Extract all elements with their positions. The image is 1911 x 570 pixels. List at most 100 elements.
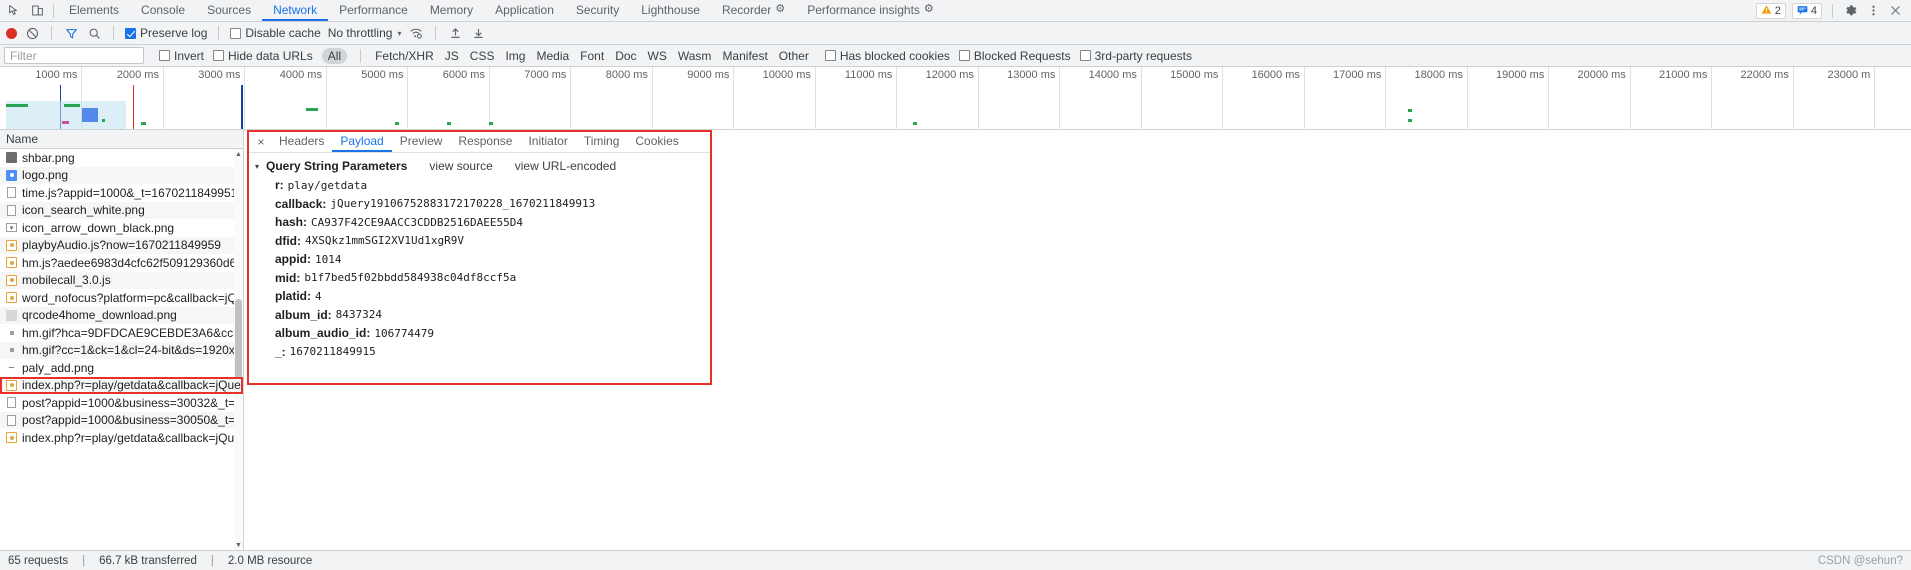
table-row[interactable]: playbyAudio.js?now=1670211849959 <box>0 236 243 254</box>
tab-memory[interactable]: Memory <box>419 0 484 21</box>
hide-data-urls-box[interactable] <box>213 50 225 61</box>
table-row[interactable]: post?appid=1000&business=30050&_t=167021 <box>0 411 243 429</box>
detail-tab-initiator[interactable]: Initiator <box>520 132 575 152</box>
tab-network[interactable]: Network <box>262 0 329 21</box>
funnel-icon[interactable] <box>63 25 79 41</box>
detail-tab-response[interactable]: Response <box>450 132 520 152</box>
search-icon[interactable] <box>86 25 102 41</box>
close-detail-icon[interactable]: × <box>251 132 271 152</box>
tab-elements[interactable]: Elements <box>58 0 130 21</box>
filter-type-all[interactable]: All <box>321 47 348 64</box>
network-conditions-icon[interactable] <box>408 25 424 41</box>
table-row[interactable]: qrcode4home_download.png <box>0 306 243 324</box>
filter-type-ws[interactable]: WS <box>647 49 668 63</box>
filter-type-manifest[interactable]: Manifest <box>721 49 768 63</box>
watermark: CSDN @sehun? <box>1817 554 1903 567</box>
kebab-menu-icon[interactable] <box>1865 3 1881 19</box>
clear-icon[interactable] <box>24 25 40 41</box>
table-row[interactable]: post?appid=1000&business=30032&_t=167021 <box>0 394 243 412</box>
import-har-icon[interactable] <box>447 25 463 41</box>
disclosure-triangle-icon[interactable]: ▾ <box>255 162 266 171</box>
tab-performance-insights[interactable]: Performance insights ⚙ <box>796 0 945 21</box>
disable-cache-checkbox[interactable]: Disable cache <box>230 26 321 40</box>
has-blocked-cookies-box[interactable] <box>824 50 836 61</box>
table-row[interactable]: index.php?r=play/getdata&callback=jQuery… <box>0 429 243 447</box>
request-name: icon_arrow_down_black.png <box>22 220 175 235</box>
filter-type-fetch-xhr[interactable]: Fetch/XHR <box>374 49 435 63</box>
invert-box[interactable] <box>159 50 170 61</box>
tab-performance[interactable]: Performance <box>328 0 419 21</box>
detail-tab-timing[interactable]: Timing <box>576 132 628 152</box>
query-parameter-row: hash: CA937F42CE9AACC3CDDB2516DAEE55D4 <box>249 213 710 232</box>
table-row[interactable]: hm.gif?hca=9DFDCAE9CEBDE3A6&cc=1&ck=1. <box>0 324 243 342</box>
script-icon <box>6 379 17 391</box>
table-row[interactable]: logo.png <box>0 166 243 184</box>
detail-tab-headers[interactable]: Headers <box>271 132 332 152</box>
disable-cache-box[interactable] <box>230 27 242 39</box>
preserve-log-box[interactable] <box>125 27 136 39</box>
devtools-tab-list: Elements Console Sources Network Perform… <box>58 0 945 21</box>
table-row[interactable]: mobilecall_3.0.js <box>0 271 243 289</box>
tab-security[interactable]: Security <box>565 0 630 21</box>
filter-input[interactable]: Filter <box>4 47 144 64</box>
timeline-tick-label: 7000 ms <box>524 69 567 81</box>
view-source-link[interactable]: view source <box>429 159 492 173</box>
filter-bar: Filter Invert Hide data URLs All Fetch/X… <box>0 45 1911 67</box>
filter-type-js[interactable]: JS <box>444 49 460 63</box>
overview-dot <box>395 122 399 125</box>
close-icon[interactable] <box>1887 3 1903 19</box>
detail-tab-preview[interactable]: Preview <box>392 132 451 152</box>
table-row[interactable]: hm.gif?cc=1&ck=1&cl=24-bit&ds=1920x10808 <box>0 341 243 359</box>
message-badge[interactable]: 4 <box>1791 2 1822 19</box>
gear-icon[interactable] <box>1843 3 1859 19</box>
filter-type-font[interactable]: Font <box>579 49 605 63</box>
tab-label: Elements <box>69 2 120 17</box>
parameter-value: 8437324 <box>335 308 383 322</box>
table-row[interactable]: icon_search_white.png <box>0 201 243 219</box>
table-row[interactable]: hm.js?aedee6983d4cfc62f509129360d6bb3d <box>0 254 243 272</box>
third-party-requests-checkbox[interactable]: 3rd-party requests <box>1079 49 1192 63</box>
blocked-requests-box[interactable] <box>958 50 970 61</box>
export-har-icon[interactable] <box>470 25 486 41</box>
filter-type-media[interactable]: Media <box>535 49 570 63</box>
filter-type-doc[interactable]: Doc <box>614 49 637 63</box>
scrollbar-thumb[interactable] <box>235 299 242 381</box>
blocked-requests-checkbox[interactable]: Blocked Requests <box>958 49 1071 63</box>
inspect-element-icon[interactable] <box>6 3 22 19</box>
filter-type-wasm[interactable]: Wasm <box>677 49 713 63</box>
tab-console[interactable]: Console <box>130 0 196 21</box>
filter-divider <box>360 48 362 63</box>
detail-tab-payload[interactable]: Payload <box>332 132 392 152</box>
request-list-scrollbar[interactable]: ▲ ▼ <box>234 149 243 550</box>
tab-recorder[interactable]: Recorder ⚙ <box>711 0 796 21</box>
table-row-selected[interactable]: index.php?r=play/getdata&callback=jQuery… <box>0 376 243 394</box>
table-row[interactable]: time.js?appid=1000&_t=1670211849951&_r=0… <box>0 184 243 202</box>
device-toolbar-icon[interactable] <box>29 3 45 19</box>
warning-badge[interactable]: 2 <box>1755 2 1786 19</box>
invert-checkbox[interactable]: Invert <box>159 49 204 63</box>
preserve-log-checkbox[interactable]: Preserve log <box>125 26 207 40</box>
table-row[interactable]: ▾ icon_arrow_down_black.png <box>0 219 243 237</box>
table-row[interactable]: word_nofocus?platform=pc&callback=jQuery… <box>0 289 243 307</box>
has-blocked-cookies-checkbox[interactable]: Has blocked cookies <box>824 49 950 63</box>
table-row[interactable]: − paly_add.png <box>0 359 243 377</box>
filter-type-other[interactable]: Other <box>778 49 810 63</box>
request-rows[interactable]: shbar.png logo.png time.js?appid=1000&_t=1… <box>0 149 243 550</box>
scroll-up-icon[interactable]: ▲ <box>234 149 243 159</box>
scroll-down-icon[interactable]: ▼ <box>234 540 243 550</box>
tab-lighthouse[interactable]: Lighthouse <box>630 0 711 21</box>
filter-type-css[interactable]: CSS <box>469 49 496 63</box>
third-party-requests-box[interactable] <box>1079 50 1091 61</box>
network-overview[interactable]: 1000 ms 2000 ms 3000 ms 4000 ms 5000 ms 6000 … <box>0 67 1911 130</box>
table-row[interactable]: shbar.png <box>0 149 243 167</box>
tab-sources[interactable]: Sources <box>196 0 262 21</box>
record-icon[interactable] <box>6 27 17 39</box>
tab-application[interactable]: Application <box>484 0 565 21</box>
overview-dot <box>489 122 493 125</box>
view-url-encoded-link[interactable]: view URL-encoded <box>515 159 616 173</box>
filter-type-img[interactable]: Img <box>504 49 526 63</box>
hide-data-urls-checkbox[interactable]: Hide data URLs <box>213 49 313 63</box>
detail-tab-cookies[interactable]: Cookies <box>627 132 686 152</box>
throttling-select[interactable]: No throttling ▾ <box>328 26 402 40</box>
toolbar-divider-4 <box>435 26 437 40</box>
